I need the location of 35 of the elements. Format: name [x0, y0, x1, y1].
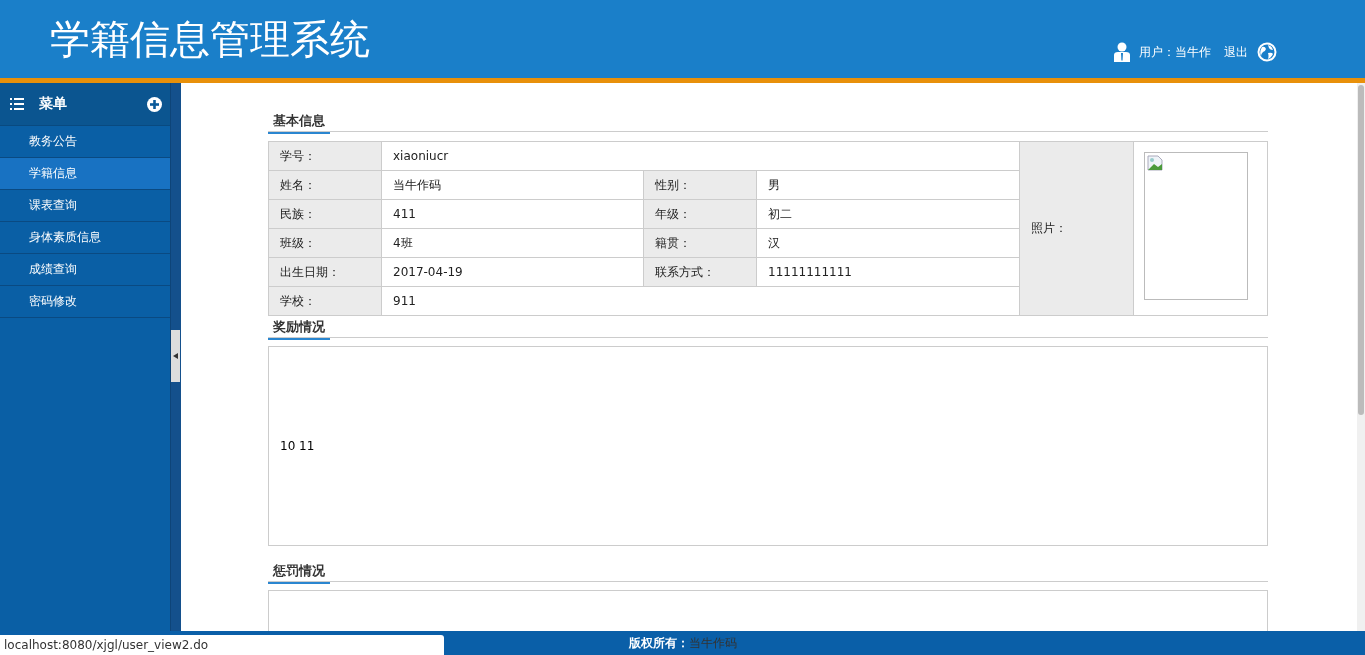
status-url: localhost:8080/xjgl/user_view2.do — [0, 635, 444, 655]
copyright-label: 版权所有： — [628, 634, 689, 652]
collapse-handle[interactable] — [171, 330, 180, 382]
field-label: 性别： — [643, 170, 757, 200]
section-title: 奖励情况 — [268, 318, 330, 340]
user-icon — [1114, 42, 1130, 62]
field-label: 班级： — [268, 228, 382, 258]
field-label: 姓名： — [268, 170, 382, 200]
plus-icon[interactable] — [147, 96, 162, 112]
field-label: 学号： — [268, 141, 382, 171]
field-value: 2017-04-19 — [381, 257, 644, 287]
section-title: 惩罚情况 — [268, 562, 330, 584]
user-label: 用户：当牛作 — [1139, 43, 1211, 61]
copyright-owner: 当牛作码 — [688, 634, 737, 652]
field-label: 籍贯： — [643, 228, 757, 258]
field-value: 411 — [381, 199, 644, 229]
menu-item[interactable]: 学籍信息 — [0, 158, 170, 190]
field-value: xiaoniucr — [381, 141, 1020, 171]
logout-link[interactable]: 退出 — [1224, 43, 1248, 61]
list-icon — [10, 98, 24, 110]
menu-title: 菜单 — [39, 95, 68, 113]
field-value: 4班 — [381, 228, 644, 258]
section-title: 基本信息 — [268, 112, 330, 134]
field-label: 照片： — [1019, 141, 1134, 316]
field-label: 出生日期： — [268, 257, 382, 287]
globe-icon[interactable] — [1257, 42, 1277, 62]
field-label: 联系方式： — [643, 257, 757, 287]
scrollbar[interactable] — [1357, 83, 1365, 631]
field-label: 民族： — [268, 199, 382, 229]
app-title: 学籍信息管理系统 — [50, 14, 370, 64]
broken-image-icon — [1147, 155, 1163, 171]
field-label: 年级： — [643, 199, 757, 229]
field-value: 当牛作码 — [381, 170, 644, 200]
awards-text: 10 11 — [280, 439, 315, 453]
field-label: 学校： — [268, 286, 382, 316]
